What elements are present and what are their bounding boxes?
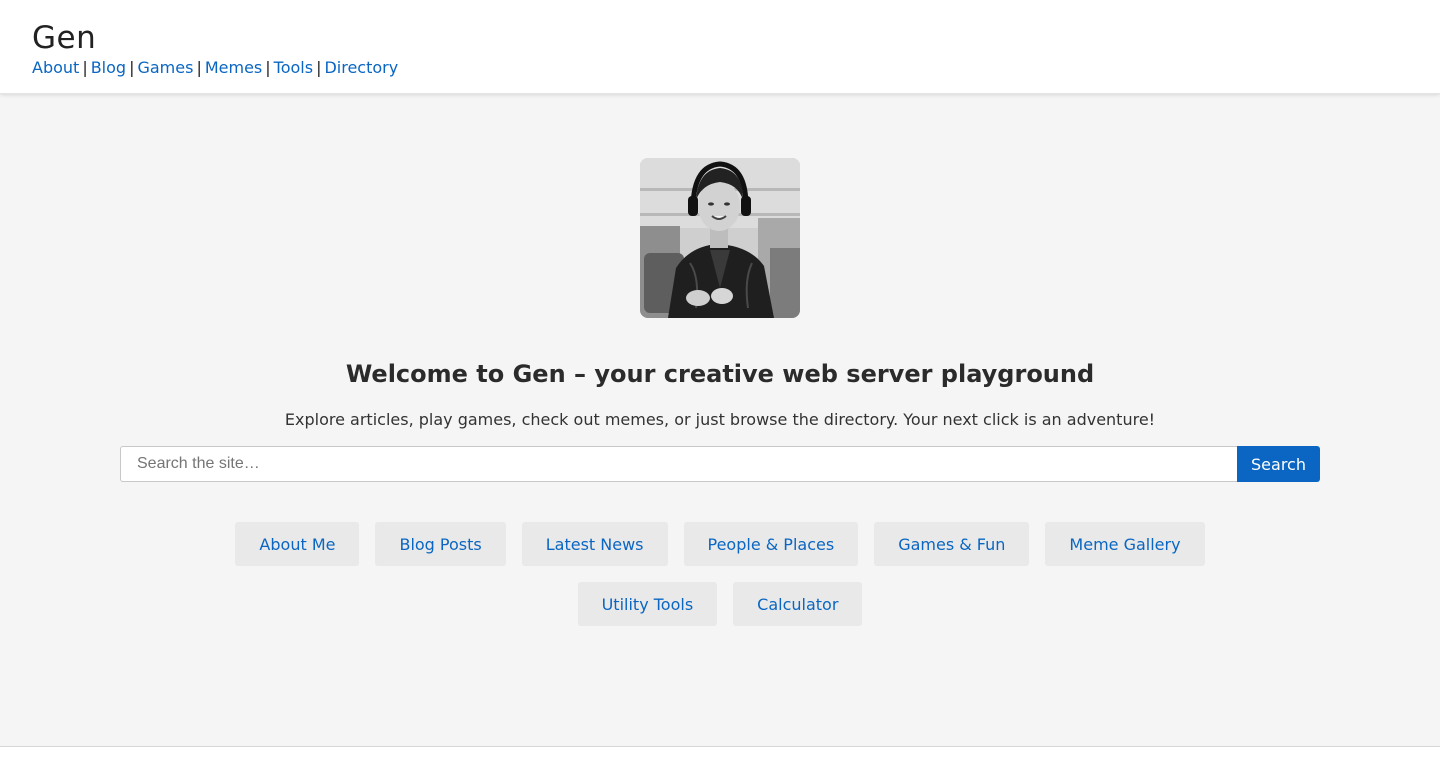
nav-separator: |: [316, 58, 322, 77]
quick-link-blog-posts[interactable]: Blog Posts: [375, 522, 506, 566]
welcome-subtitle: Explore articles, play games, check out …: [284, 410, 1156, 429]
quick-link-utility-tools[interactable]: Utility Tools: [577, 582, 718, 626]
nav-separator: |: [129, 58, 135, 77]
quick-link-about-me[interactable]: About Me: [235, 522, 360, 566]
search-button[interactable]: Search: [1237, 446, 1320, 482]
nav-link-directory[interactable]: Directory: [324, 58, 398, 77]
quick-link-latest-news[interactable]: Latest News: [521, 522, 668, 566]
nav-link-games[interactable]: Games: [137, 58, 193, 77]
top-nav: About | Blog | Games | Memes | Tools | Directory: [32, 58, 398, 77]
quick-links: About Me Blog Posts Latest News People &…: [180, 522, 1260, 626]
quick-link-meme-gallery[interactable]: Meme Gallery: [1045, 522, 1205, 566]
footer-divider: [0, 746, 1440, 761]
quick-link-calculator[interactable]: Calculator: [733, 582, 863, 626]
site-header: Gen About | Blog | Games | Memes | Tools | Directo…: [0, 0, 1440, 94]
search-form: Search: [120, 446, 1320, 482]
welcome-title: Welcome to Gen – your creative web serve…: [345, 360, 1095, 388]
profile-photo-icon: [640, 158, 800, 318]
nav-separator: |: [82, 58, 88, 77]
nav-link-about[interactable]: About: [32, 58, 79, 77]
search-input[interactable]: [120, 446, 1237, 482]
nav-separator: |: [265, 58, 271, 77]
nav-separator: |: [196, 58, 202, 77]
nav-link-memes[interactable]: Memes: [205, 58, 262, 77]
nav-link-tools[interactable]: Tools: [274, 58, 313, 77]
quick-link-people-places[interactable]: People & Places: [683, 522, 859, 566]
avatar: [640, 158, 800, 318]
site-title: Gen: [32, 20, 97, 56]
quick-link-games-fun[interactable]: Games & Fun: [874, 522, 1030, 566]
nav-link-blog[interactable]: Blog: [91, 58, 126, 77]
